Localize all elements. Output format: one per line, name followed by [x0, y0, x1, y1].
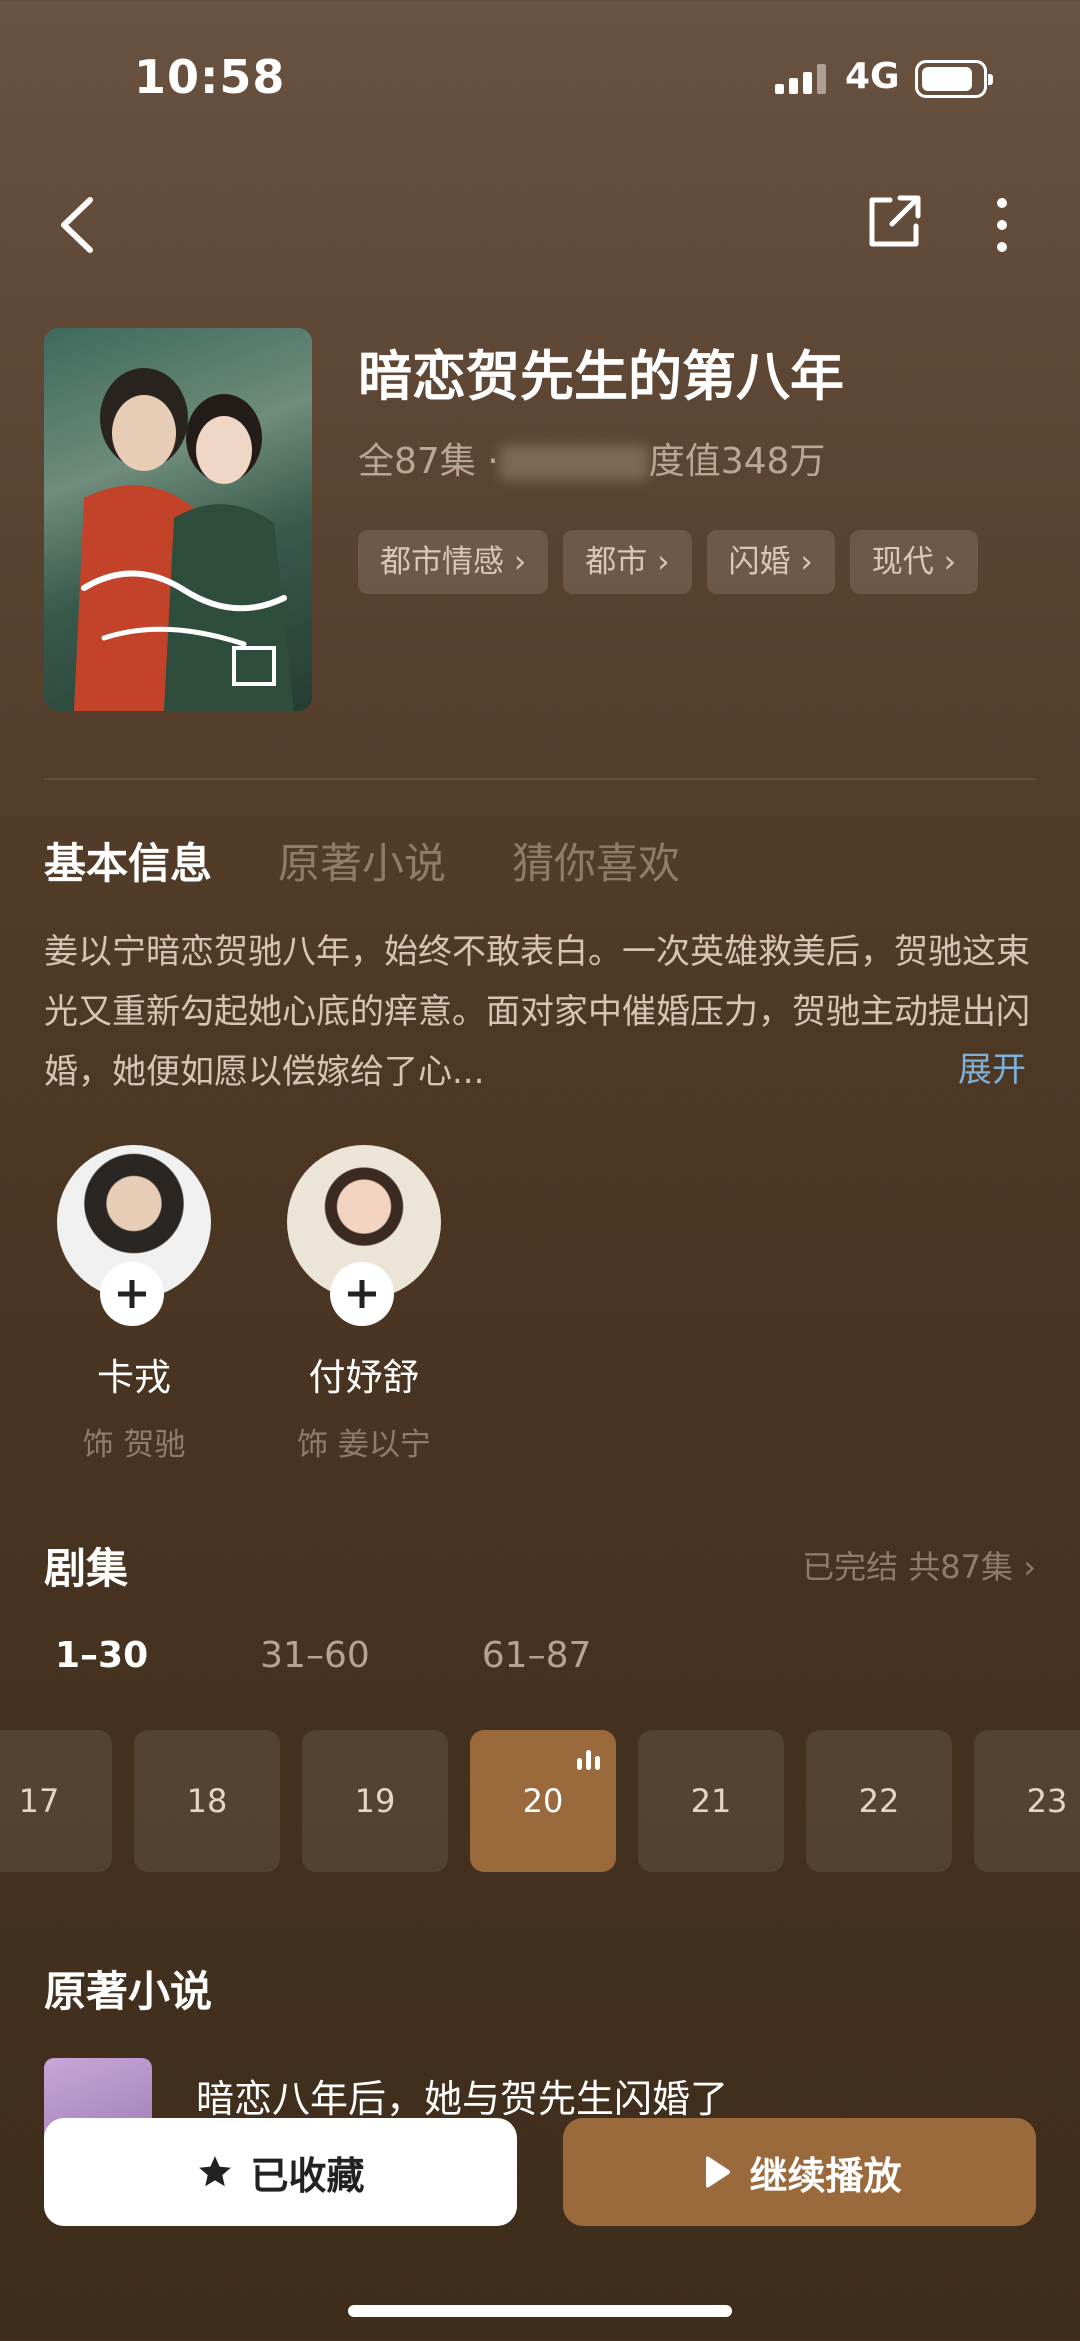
back-button[interactable]	[50, 190, 110, 260]
share-button[interactable]	[862, 190, 926, 254]
favorite-label: 已收藏	[250, 2153, 365, 2198]
range-tab[interactable]: 1–30	[55, 1635, 148, 1676]
follow-button[interactable]	[330, 1262, 394, 1326]
section-tabs: 基本信息 原著小说 猜你喜欢	[44, 830, 680, 891]
range-tab[interactable]: 31–60	[260, 1635, 370, 1676]
play-label: 继续播放	[749, 2153, 902, 2198]
episode-number: 18	[186, 1782, 228, 1820]
divider	[44, 778, 1036, 780]
tab-original-novel[interactable]: 原著小说	[278, 830, 446, 891]
episode-item[interactable]: 17	[0, 1730, 112, 1872]
favorite-button[interactable]: 已收藏	[44, 2118, 517, 2226]
status-time: 10:58	[134, 50, 286, 104]
episode-number: 20	[522, 1782, 564, 1820]
cast-name: 卡戎	[97, 1356, 171, 1399]
network-label: 4G	[845, 56, 900, 97]
episode-count: 全87集 ·	[358, 441, 499, 482]
novel-section-title: 原著小说	[44, 1967, 213, 2016]
tag-item[interactable]: 都市情感 ›	[358, 530, 549, 594]
tag-item[interactable]: 现代 ›	[849, 530, 979, 594]
tab-basic-info[interactable]: 基本信息	[44, 830, 212, 891]
drama-poster[interactable]	[44, 328, 312, 711]
home-indicator	[348, 2305, 732, 2317]
cast-role: 饰 贺驰	[82, 1427, 186, 1463]
drama-title: 暗恋贺先生的第八年	[358, 345, 844, 408]
more-button[interactable]	[985, 190, 1019, 260]
episodes-status-link[interactable]: 已完结 共87集 ›	[802, 1542, 1036, 1588]
range-tab[interactable]: 61–87	[482, 1635, 592, 1676]
play-icon	[706, 2156, 731, 2188]
episode-number: 22	[858, 1782, 900, 1820]
follow-button[interactable]	[100, 1262, 164, 1326]
episode-list: 17 18 19 20 21 22 23	[0, 1730, 1080, 1872]
episode-number: 17	[18, 1782, 60, 1820]
episode-number: 21	[690, 1782, 732, 1820]
episode-item[interactable]: 22	[806, 1730, 952, 1872]
episode-item[interactable]: 23	[974, 1730, 1080, 1872]
episode-item[interactable]: 18	[134, 1730, 280, 1872]
continue-play-button[interactable]: 继续播放	[563, 2118, 1036, 2226]
playing-icon	[577, 1750, 600, 1770]
episode-number: 19	[354, 1782, 396, 1820]
blurred-text	[498, 445, 649, 481]
synopsis: 姜以宁暗恋贺驰八年，始终不敢表白。一次英雄救美后，贺驰这束光又重新勾起她心底的痒…	[44, 932, 1030, 1092]
novel-title[interactable]: 暗恋八年后，她与贺先生闪婚了	[196, 2068, 728, 2123]
cast-name: 付妤舒	[308, 1356, 420, 1399]
episode-item[interactable]: 21	[638, 1730, 784, 1872]
expand-link[interactable]: 展开	[958, 1042, 1026, 1091]
tag-item[interactable]: 都市 ›	[563, 530, 692, 594]
tab-recommend[interactable]: 猜你喜欢	[512, 830, 680, 891]
tag-item[interactable]: 闪婚 ›	[706, 530, 835, 594]
battery-icon	[915, 60, 993, 98]
episode-ranges: 1–30 31–60 61–87	[55, 1635, 591, 1676]
episode-item-current[interactable]: 20	[470, 1730, 616, 1872]
episode-item[interactable]: 19	[302, 1730, 448, 1872]
episode-number: 23	[1026, 1782, 1068, 1820]
signal-icon	[775, 64, 826, 94]
episodes-title: 剧集	[44, 1544, 129, 1593]
star-icon	[199, 2156, 232, 2187]
tag-list: 都市情感 › 都市 › 闪婚 › 现代 ›	[358, 530, 979, 594]
heat-value: 度值348万	[648, 441, 826, 482]
cast-role: 饰 姜以宁	[297, 1427, 431, 1463]
drama-meta: 全87集 · 度值348万	[358, 432, 825, 484]
